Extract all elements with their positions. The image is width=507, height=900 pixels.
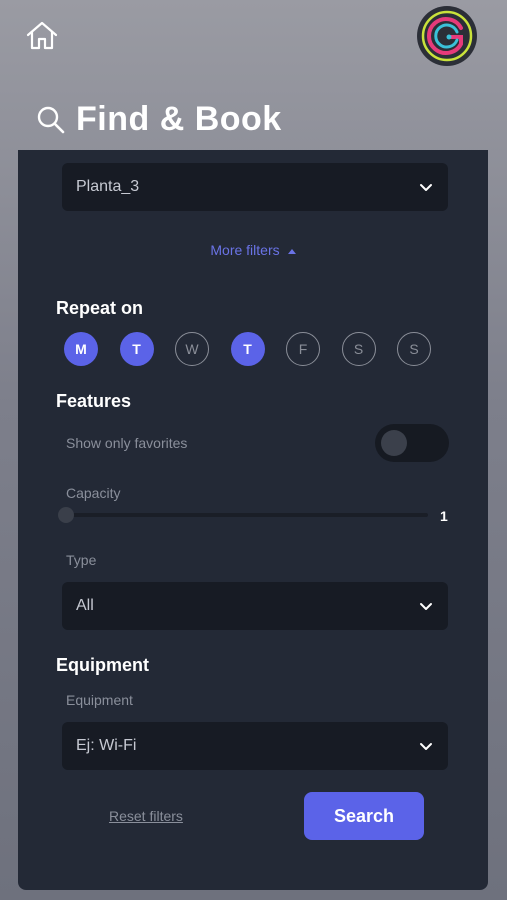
location-select-value: Planta_3	[76, 178, 140, 195]
reset-filters-link[interactable]: Reset filters	[109, 808, 183, 824]
toggle-knob	[381, 430, 407, 456]
chevron-down-icon	[420, 743, 432, 750]
page-header: Find & Book	[34, 100, 282, 139]
filters-panel: Planta_3 More filters Repeat on M T W T …	[18, 150, 488, 890]
features-title: Features	[56, 391, 132, 411]
search-button[interactable]: Search	[304, 792, 424, 840]
type-select-value: All	[76, 597, 94, 614]
chevron-down-icon	[420, 184, 432, 191]
favorites-label: Show only favorites	[66, 435, 188, 451]
home-button[interactable]	[24, 18, 60, 54]
equipment-label: Equipment	[66, 692, 133, 708]
weekday-selector: M T W T F S S	[64, 332, 453, 366]
search-button-label: Search	[333, 805, 395, 826]
capacity-value: 1	[440, 508, 448, 524]
avatar[interactable]	[417, 6, 477, 66]
equipment-title: Equipment	[56, 655, 149, 675]
day-toggle-thursday[interactable]: T	[230, 332, 265, 366]
more-filters-label: More filters	[210, 242, 280, 258]
repeat-on-title: Repeat on	[56, 298, 144, 318]
slider-thumb[interactable]	[58, 507, 74, 523]
slider-track	[58, 513, 428, 517]
capacity-slider[interactable]	[58, 507, 428, 523]
day-toggle-monday[interactable]: M	[64, 332, 98, 366]
capacity-label: Capacity	[66, 485, 121, 501]
user-avatar-logo	[418, 7, 476, 65]
equipment-select-placeholder: Ej: Wi-Fi	[76, 737, 137, 754]
location-select[interactable]: Planta_3	[62, 163, 448, 211]
equipment-select[interactable]: Ej: Wi-Fi	[62, 722, 448, 770]
caret-up-icon	[287, 248, 296, 254]
day-toggle-tuesday[interactable]: T	[119, 332, 154, 366]
page-title: Find & Book	[76, 100, 282, 138]
chevron-down-icon	[420, 603, 432, 610]
day-toggle-saturday[interactable]: S	[341, 332, 376, 366]
day-toggle-friday[interactable]: F	[286, 332, 320, 366]
type-select[interactable]: All	[62, 582, 448, 630]
more-filters-toggle[interactable]: More filters	[18, 242, 488, 258]
day-toggle-wednesday[interactable]: W	[175, 332, 209, 366]
home-icon	[26, 21, 58, 50]
search-icon	[37, 106, 65, 133]
favorites-toggle[interactable]	[375, 424, 449, 462]
type-label: Type	[66, 552, 97, 568]
day-toggle-sunday[interactable]: S	[397, 332, 431, 366]
